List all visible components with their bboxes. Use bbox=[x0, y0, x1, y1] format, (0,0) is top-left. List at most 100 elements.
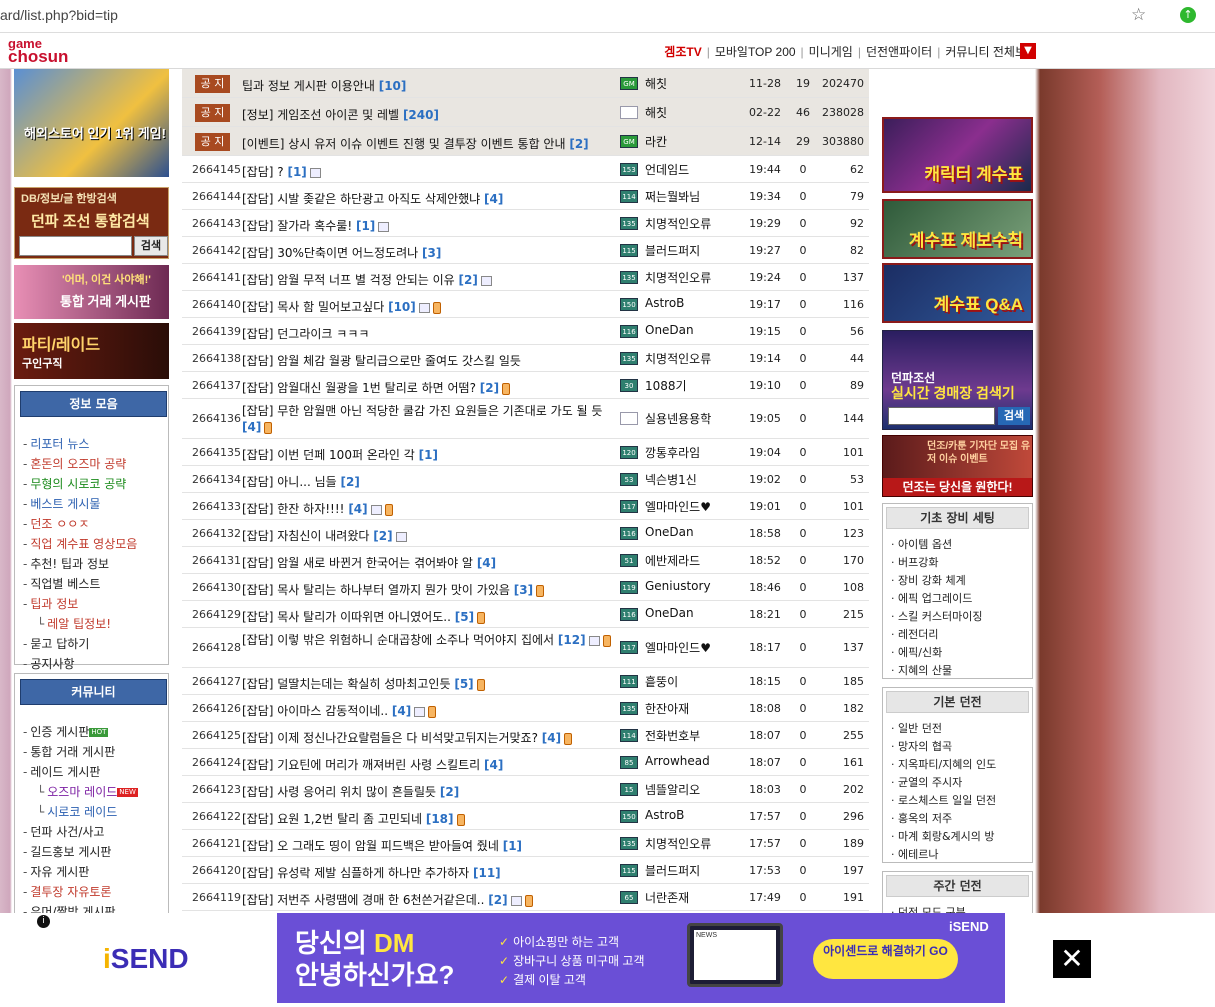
sidebar-item[interactable]: - 던파 사건/사고 bbox=[23, 822, 168, 842]
post-author[interactable]: 한잔아재 bbox=[645, 700, 755, 717]
table-row[interactable]: 2664124 [잡담] 기요틴에 머리가 깨져버린 사령 스킬트리 [4] 85 A… bbox=[182, 749, 869, 776]
sidebar-item[interactable]: - 묻고 답하기 bbox=[23, 634, 168, 654]
post-subject[interactable]: 팁과 정보 게시판 이용안내 [10] bbox=[242, 77, 618, 94]
post-subject[interactable]: [잡담] 저번주 사령땜에 경매 한 6천쓴거같은데.. [2] bbox=[242, 891, 618, 908]
post-author[interactable]: 1088기 bbox=[645, 377, 755, 394]
sidebar-item[interactable]: · 아이템 옵션 bbox=[891, 536, 1032, 554]
site-logo[interactable]: game chosun bbox=[8, 37, 68, 65]
post-author[interactable]: AstroB bbox=[645, 296, 755, 310]
sidebar-item[interactable]: · 지옥파티/지혜의 인도 bbox=[891, 756, 1032, 774]
post-author[interactable]: 깡통후라임 bbox=[645, 444, 755, 461]
sidebar-item[interactable]: - 추천! 팁과 정보 bbox=[23, 554, 168, 574]
trade-board-banner[interactable]: '어머, 이건 사야해!' 통합 거래 게시판 bbox=[14, 265, 169, 319]
post-subject[interactable]: [잡담] 아이마스 감동적이네.. [4] bbox=[242, 702, 618, 719]
sidebar-item[interactable]: - 직업별 베스트 bbox=[23, 574, 168, 594]
post-subject[interactable]: [정보] 게임조선 아이콘 및 레벨 [240] bbox=[242, 106, 618, 123]
post-author[interactable]: 라칸 bbox=[645, 133, 755, 150]
post-author[interactable]: 블러드퍼지 bbox=[645, 862, 755, 879]
sidebar-item[interactable]: - 직업 계수표 영상모음 bbox=[23, 534, 168, 554]
sidebar-item[interactable]: - 팁과 정보 bbox=[23, 594, 168, 614]
table-row[interactable]: 2664133 [잡담] 한잔 하자!!!! [4] 117 엘마마인드♥ 19:01 0… bbox=[182, 493, 869, 520]
post-subject[interactable]: [잡담] 무한 암월맨 아닌 적당한 쿨감 가진 요원들은 기존대로 가도 될 … bbox=[242, 403, 618, 435]
sidebar-item[interactable]: · 에픽/신화 bbox=[891, 644, 1032, 662]
table-row[interactable]: 2664141 [잡담] 암월 무적 너프 별 걱정 안되는 이유 [2] 135 치… bbox=[182, 264, 869, 291]
post-author[interactable]: 엘마마인드♥ bbox=[645, 639, 755, 656]
sidebar-item[interactable]: · 스킬 커스터마이징 bbox=[891, 608, 1032, 626]
table-row[interactable]: 2664128 [잡담] 이렇 밖은 위험하니 순대곱창에 소주나 먹어야지 집에… bbox=[182, 628, 869, 668]
post-author[interactable]: 해칫 bbox=[645, 104, 755, 121]
post-subject[interactable]: [잡담] 요원 1,2번 탈리 좀 고민되네 [18] bbox=[242, 810, 618, 827]
integrated-search-button[interactable]: 검색 bbox=[134, 236, 168, 256]
table-row[interactable]: 2664119 [잡담] 저번주 사령땜에 경매 한 6천쓴거같은데.. [2] 6… bbox=[182, 884, 869, 911]
post-author[interactable]: Arrowhead bbox=[645, 754, 755, 768]
table-row[interactable]: 2664145 [잡담] ? [1] 153 언데임드 19:44 0 62 bbox=[182, 156, 869, 183]
post-author[interactable]: 에반제라드 bbox=[645, 552, 755, 569]
post-subject[interactable]: [잡담] 시발 좆같은 하단광고 아직도 삭제안했냐 [4] bbox=[242, 190, 618, 207]
stats-qa-banner[interactable]: 계수표 Q&A bbox=[882, 263, 1033, 323]
post-subject[interactable]: [잡담] 이렇 밖은 위험하니 순대곱창에 소주나 먹어야지 집에서 [12] bbox=[242, 632, 618, 648]
post-subject[interactable]: [잡담] 자침신이 내려왔다 [2] bbox=[242, 527, 618, 544]
post-subject[interactable]: [잡담] ? [1] bbox=[242, 163, 618, 180]
close-icon[interactable]: ✕ bbox=[1053, 940, 1091, 978]
game-promo-banner[interactable]: 해외스토어 인기 1위 게임! bbox=[14, 69, 169, 177]
character-stats-banner[interactable]: 캐릭터 계수표 bbox=[882, 117, 1033, 193]
sidebar-item[interactable]: - 베스트 게시물 bbox=[23, 494, 168, 514]
sidebar-item[interactable]: └ 오즈마 레이드 NEW bbox=[23, 782, 168, 802]
post-subject[interactable]: [잡담] 이제 정신나간요랄럼들은 다 비석맞고뒤지는거맞죠? [4] bbox=[242, 729, 618, 746]
post-subject[interactable]: [잡담] 오 그래도 띵이 암월 피드백은 받아들여 줬네 [1] bbox=[242, 837, 618, 854]
post-author[interactable]: 치명적인오류 bbox=[645, 835, 755, 852]
sidebar-item[interactable]: · 버프강화 bbox=[891, 554, 1032, 572]
post-author[interactable]: 전화번호부 bbox=[645, 727, 755, 744]
stats-report-rules-banner[interactable]: 계수표 제보수칙 bbox=[882, 199, 1033, 259]
sidebar-item[interactable]: - 리포터 뉴스 bbox=[23, 434, 168, 454]
post-subject[interactable]: [잡담] 목사 탈리는 하나부터 열까지 뭔가 맛이 가있음 [3] bbox=[242, 581, 618, 598]
sidebar-item[interactable]: - 자유 게시판 bbox=[23, 862, 168, 882]
sidebar-item[interactable]: · 로스체스트 일일 던전 bbox=[891, 792, 1032, 810]
reporter-recruit-banner[interactable]: 던조/카툰 기자단 모집 유저 이슈 이벤트 던조는 당신을 원한다! bbox=[882, 435, 1033, 497]
post-subject[interactable]: [잡담] 목사 함 밀어보고싶다 [10] bbox=[242, 298, 618, 315]
post-subject[interactable]: [잡담] 기요틴에 머리가 깨져버린 사령 스킬트리 [4] bbox=[242, 756, 618, 773]
table-row[interactable]: 2664127 [잡담] 덜딸치는데는 확실히 성마최고인듯 [5] 111 흩뚱이 1… bbox=[182, 668, 869, 695]
auction-search-button[interactable]: 검색 bbox=[998, 407, 1030, 425]
table-row[interactable]: 2664135 [잡담] 이번 던페 100퍼 온라인 각 [1] 120 깡통후라임… bbox=[182, 439, 869, 466]
notice-row[interactable]: 공 지 [정보] 게임조선 아이콘 및 레벨 [240] 해칫 02-22 46 2380… bbox=[182, 98, 869, 127]
post-subject[interactable]: [잡담] 암월대신 월광을 1번 탈리로 하면 어떰? [2] bbox=[242, 379, 618, 396]
post-subject[interactable]: [잡담] 이번 던페 100퍼 온라인 각 [1] bbox=[242, 446, 618, 463]
ad-cta-button[interactable]: 아이센드로 해결하기 GO bbox=[813, 939, 958, 979]
table-row[interactable]: 2664131 [잡담] 암월 새로 바뀐거 한국어는 겪어봐야 알 [4] 51 에… bbox=[182, 547, 869, 574]
table-row[interactable]: 2664130 [잡담] 목사 탈리는 하나부터 열까지 뭔가 맛이 가있음 [3… bbox=[182, 574, 869, 601]
url-text[interactable]: ard/list.php?bid=tip bbox=[0, 7, 118, 23]
table-row[interactable]: 2664121 [잡담] 오 그래도 띵이 암월 피드백은 받아들여 줬네 [1]… bbox=[182, 830, 869, 857]
nav-item[interactable]: 미니게임 bbox=[809, 45, 853, 59]
post-subject[interactable]: [잡담] 아니... 님들 [2] bbox=[242, 473, 618, 490]
table-row[interactable]: 2664143 [잡담] 잘가라 혹수룰! [1] 135 치명적인오류 19:29 0 9… bbox=[182, 210, 869, 237]
sidebar-item[interactable]: - 레이드 게시판 bbox=[23, 762, 168, 782]
sidebar-item[interactable]: · 망자의 협곡 bbox=[891, 738, 1032, 756]
post-author[interactable]: 치명적인오류 bbox=[645, 215, 755, 232]
sidebar-item[interactable]: · 지혜의 산물 bbox=[891, 662, 1032, 680]
post-author[interactable]: 넴뜰알리오 bbox=[645, 781, 755, 798]
sidebar-item[interactable]: · 장비 강화 체계 bbox=[891, 572, 1032, 590]
post-subject[interactable]: [잡담] 암월 무적 너프 별 걱정 안되는 이유 [2] bbox=[242, 271, 618, 288]
post-subject[interactable]: [잡담] 목사 탈리가 이따위면 아니였어도.. [5] bbox=[242, 608, 618, 625]
sidebar-item[interactable]: - 통합 거래 게시판 bbox=[23, 742, 168, 762]
table-row[interactable]: 2664138 [잡담] 암월 체감 월광 탈리급으로만 줄여도 갓스킬 일듯 13… bbox=[182, 345, 869, 372]
sidebar-item[interactable]: · 홍옥의 저주 bbox=[891, 810, 1032, 828]
ad-brand-logo[interactable]: iSEND bbox=[103, 943, 189, 975]
post-author[interactable]: 언데임드 bbox=[645, 161, 755, 178]
table-row[interactable]: 2664136 [잡담] 무한 암월맨 아닌 적당한 쿨감 가진 요원들은 기존대… bbox=[182, 399, 869, 439]
post-subject[interactable]: [이벤트] 상시 유저 이슈 이벤트 진행 및 결투장 이벤트 통합 안내 [2… bbox=[242, 135, 618, 152]
post-subject[interactable]: [잡담] 유성락 제발 심플하게 하나만 추가하자 [11] bbox=[242, 864, 618, 881]
sidebar-item[interactable]: - 공지사항 bbox=[23, 654, 168, 674]
sidebar-item[interactable]: - 혼돈의 오즈마 공략 bbox=[23, 454, 168, 474]
sidebar-item[interactable]: - 던조 ㅇㅇㅈ bbox=[23, 514, 168, 534]
table-row[interactable]: 2664122 [잡담] 요원 1,2번 탈리 좀 고민되네 [18] 150 Ast… bbox=[182, 803, 869, 830]
chevron-down-icon[interactable]: ▼ bbox=[1020, 43, 1036, 59]
post-author[interactable]: OneDan bbox=[645, 606, 755, 620]
post-subject[interactable]: [잡담] 잘가라 혹수룰! [1] bbox=[242, 217, 618, 234]
post-author[interactable]: Geniustory bbox=[645, 579, 755, 593]
nav-item[interactable]: 겜조TV bbox=[664, 45, 701, 59]
table-row[interactable]: 2664144 [잡담] 시발 좆같은 하단광고 아직도 삭제안했냐 [4] 114… bbox=[182, 183, 869, 210]
post-author[interactable]: 치명적인오류 bbox=[645, 269, 755, 286]
table-row[interactable]: 2664134 [잡담] 아니... 님들 [2] 53 넥슨병1신 19:02 0 53 bbox=[182, 466, 869, 493]
